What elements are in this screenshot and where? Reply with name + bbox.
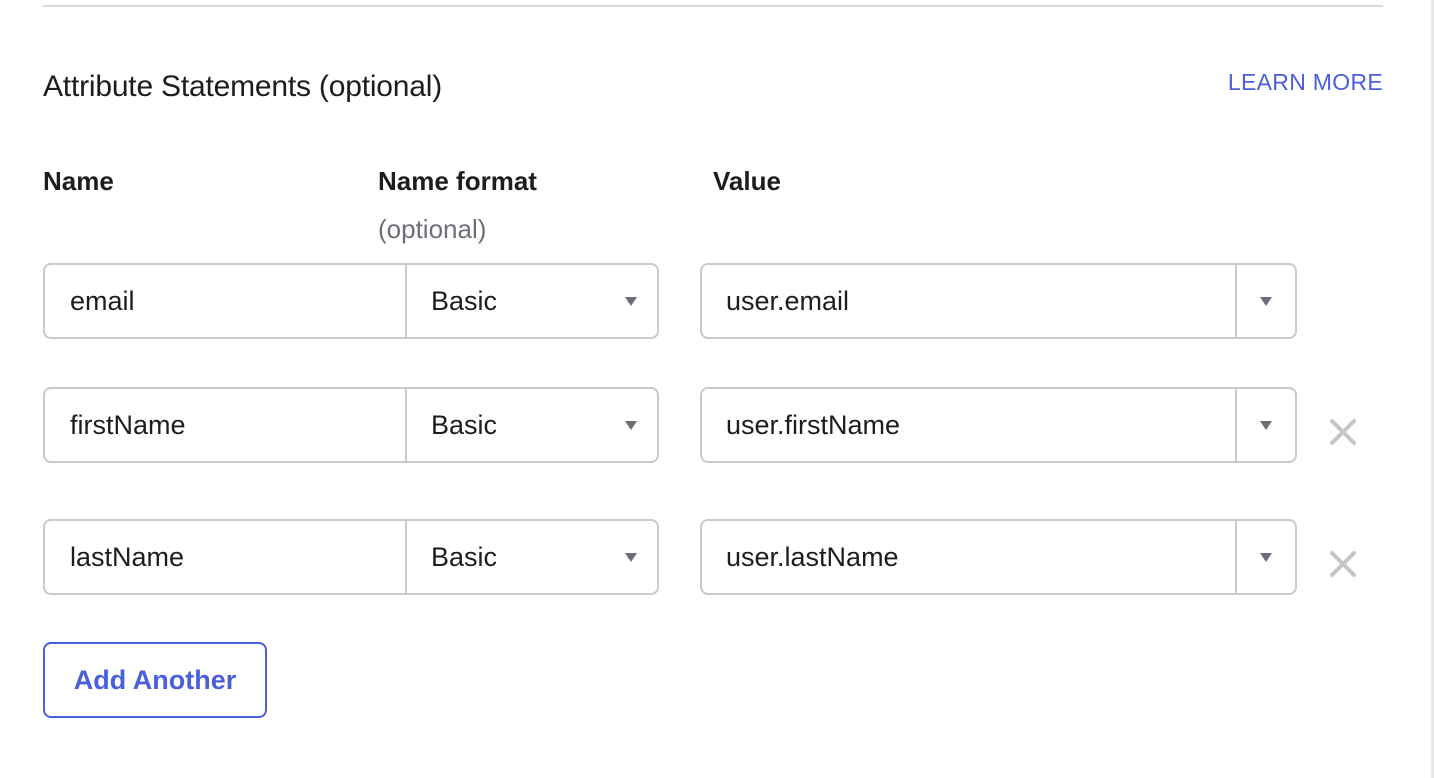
close-icon xyxy=(1330,419,1356,445)
value-dropdown-toggle[interactable] xyxy=(1237,265,1295,337)
remove-row-button[interactable] xyxy=(1328,549,1358,579)
column-header-value: Value xyxy=(713,166,781,196)
name-format-select[interactable]: Basic xyxy=(407,521,657,593)
attribute-value-select[interactable]: user.firstName xyxy=(700,387,1297,463)
name-format-value: Basic xyxy=(431,285,498,316)
learn-more-link[interactable]: LEARN MORE xyxy=(1228,69,1383,96)
attribute-value-select[interactable]: user.lastName xyxy=(700,519,1297,595)
attribute-name-input[interactable]: email xyxy=(45,265,407,337)
attribute-value-input[interactable]: user.firstName xyxy=(702,389,1237,461)
column-header-name-format-optional: (optional) xyxy=(378,214,487,244)
name-and-format-group: email Basic xyxy=(43,263,659,339)
attribute-name-input[interactable]: firstName xyxy=(45,389,407,461)
attribute-value-select[interactable]: user.email xyxy=(700,263,1297,339)
column-header-name-format: Name format xyxy=(378,166,537,196)
close-icon xyxy=(1330,551,1356,577)
attribute-statements-panel: Attribute Statements (optional) LEARN MO… xyxy=(0,0,1434,778)
attribute-row: lastName Basic user.lastName xyxy=(43,519,1403,595)
top-divider xyxy=(43,5,1383,7)
value-dropdown-toggle[interactable] xyxy=(1237,521,1295,593)
column-header-name: Name xyxy=(43,166,114,196)
name-format-value: Basic xyxy=(431,409,498,440)
name-format-select[interactable]: Basic xyxy=(407,389,657,461)
attribute-name-input[interactable]: lastName xyxy=(45,521,407,593)
caret-down-icon xyxy=(625,552,637,562)
value-dropdown-toggle[interactable] xyxy=(1237,389,1295,461)
remove-row-button[interactable] xyxy=(1328,417,1358,447)
section-title: Attribute Statements (optional) xyxy=(43,70,443,103)
name-and-format-group: firstName Basic xyxy=(43,387,659,463)
add-another-button[interactable]: Add Another xyxy=(43,642,267,718)
caret-down-icon xyxy=(625,420,637,430)
caret-down-icon xyxy=(1260,420,1272,430)
attribute-row: firstName Basic user.firstName xyxy=(43,387,1403,463)
attribute-row: email Basic user.email xyxy=(43,263,1403,339)
attribute-value-input[interactable]: user.lastName xyxy=(702,521,1237,593)
name-and-format-group: lastName Basic xyxy=(43,519,659,595)
caret-down-icon xyxy=(1260,552,1272,562)
name-format-value: Basic xyxy=(431,541,498,572)
caret-down-icon xyxy=(1260,296,1272,306)
caret-down-icon xyxy=(625,296,637,306)
attribute-value-input[interactable]: user.email xyxy=(702,265,1237,337)
name-format-select[interactable]: Basic xyxy=(407,265,657,337)
